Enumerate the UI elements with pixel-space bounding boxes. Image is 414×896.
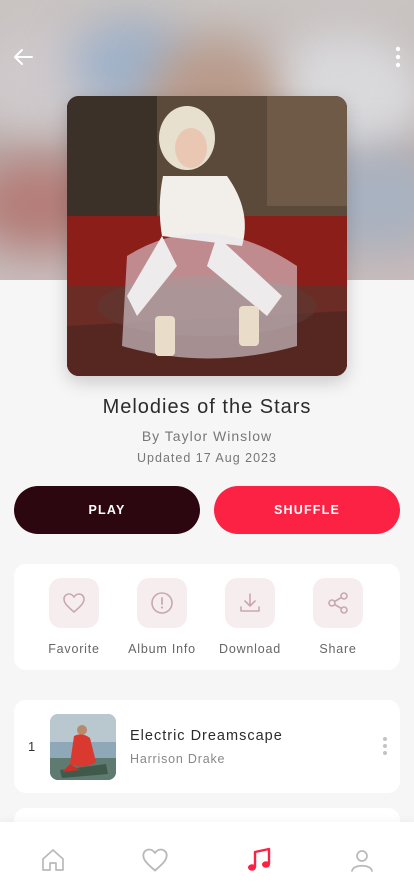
shuffle-button[interactable]: SHUFFLE [214,486,400,534]
album-info-label: Album Info [128,642,196,656]
album-artist: By Taylor Winslow [141,428,273,444]
more-vertical-icon [383,737,387,755]
play-button[interactable]: PLAY [14,486,200,534]
back-button[interactable] [10,44,36,70]
nav-favorites[interactable] [137,844,173,876]
download-icon [240,593,260,612]
heart-icon [142,848,168,872]
favorite-action[interactable]: Favorite [30,578,118,658]
music-note-icon [248,847,271,871]
download-action[interactable]: Download [206,578,294,658]
album-updated-date: Updated 17 Aug 2023 [137,451,277,465]
info-icon [151,592,173,614]
track-row[interactable]: 1 Electric Dreamscape Harrison Drake [14,700,400,793]
home-icon [42,849,64,871]
share-action[interactable]: Share [294,578,382,658]
track-title: Electric Dreamscape [130,728,283,744]
album-actions-card: Favorite Album Info Download Share [14,564,400,670]
album-title: Melodies of the Stars [102,396,312,418]
album-info-icon-tile [137,578,187,628]
more-options-button[interactable] [390,44,406,70]
favorite-icon-tile [49,578,99,628]
share-label: Share [319,642,357,656]
share-icon-tile [313,578,363,628]
favorite-label: Favorite [48,642,100,656]
track-artist: Harrison Drake [130,752,226,766]
album-cover [67,96,347,376]
nav-music[interactable] [241,844,277,876]
share-icon [328,592,348,614]
download-label: Download [219,642,281,656]
track-thumbnail [50,714,116,780]
nav-profile[interactable] [344,844,380,876]
arrow-left-icon [14,49,33,65]
download-icon-tile [225,578,275,628]
more-vertical-icon [395,46,401,68]
track-more-button[interactable] [378,734,392,758]
nav-home[interactable] [35,844,71,876]
heart-icon [63,593,85,613]
track-number: 1 [28,739,36,754]
profile-icon [351,850,373,872]
album-info-action[interactable]: Album Info [118,578,206,658]
bottom-navigation [0,822,414,896]
